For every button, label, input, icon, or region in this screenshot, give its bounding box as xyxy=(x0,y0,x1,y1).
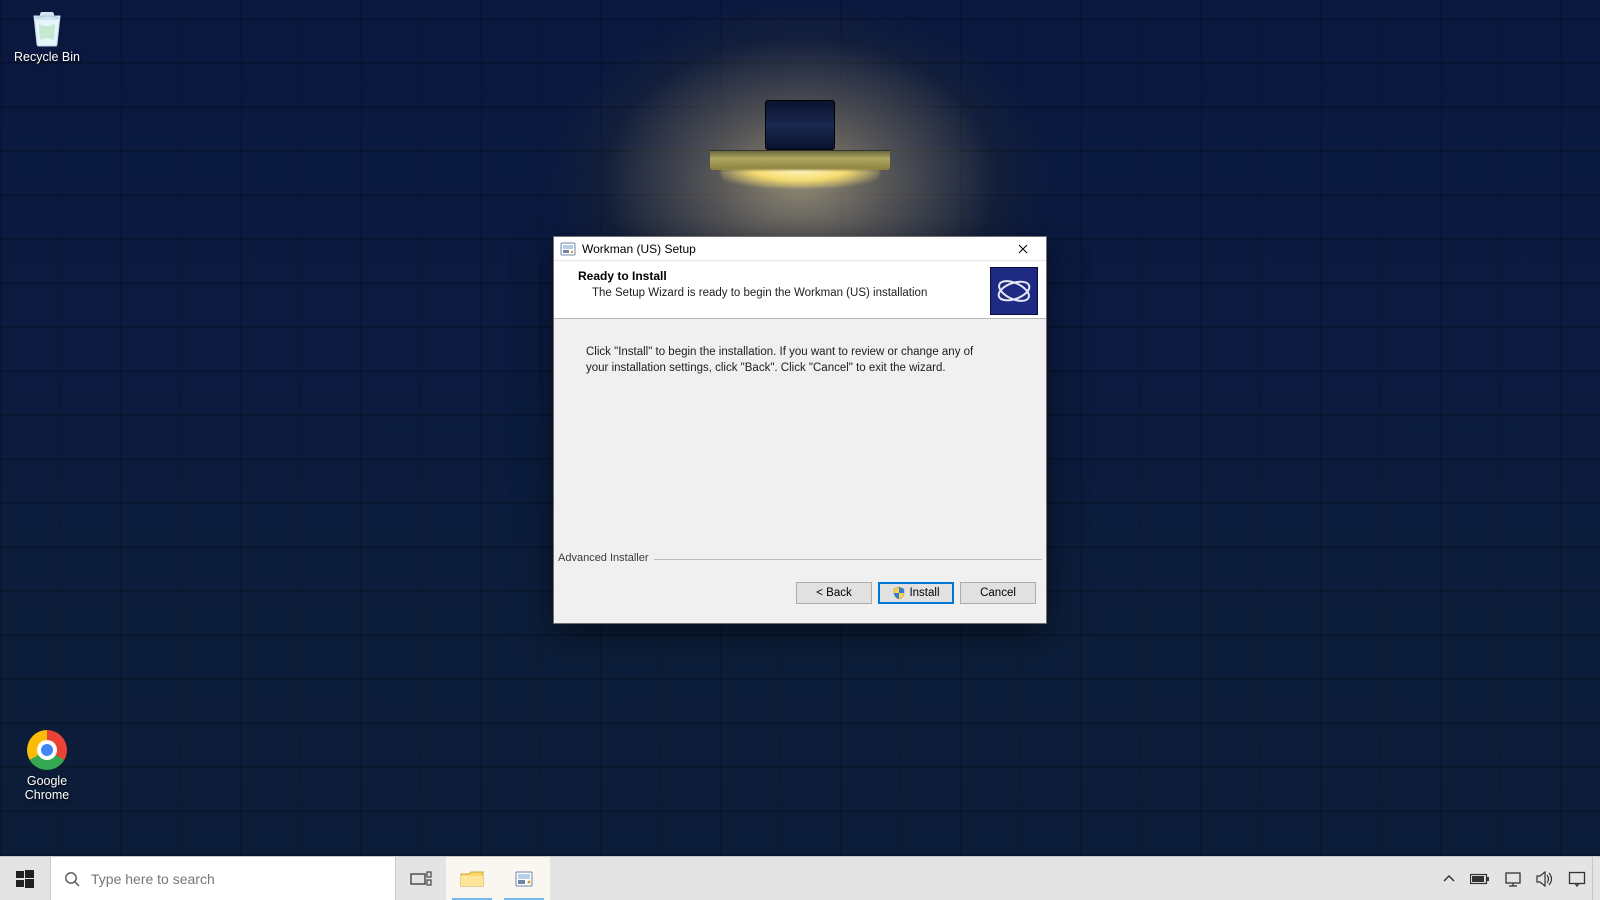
chevron-up-icon xyxy=(1442,872,1456,886)
tray-volume[interactable] xyxy=(1536,871,1554,887)
install-button[interactable]: Install xyxy=(878,582,954,604)
wizard-body: Click "Install" to begin the installatio… xyxy=(554,319,1046,559)
battery-icon xyxy=(1470,873,1490,885)
search-placeholder: Type here to search xyxy=(91,871,215,887)
desktop-icon-label: Google xyxy=(2,774,92,788)
wizard-header: Ready to Install The Setup Wizard is rea… xyxy=(554,261,1046,319)
windows-logo-icon xyxy=(16,870,34,888)
search-icon xyxy=(63,870,81,888)
install-button-label: Install xyxy=(909,587,939,599)
titlebar[interactable]: Workman (US) Setup xyxy=(554,237,1046,261)
back-button-label: < Back xyxy=(816,587,851,599)
tray-overflow-button[interactable] xyxy=(1442,872,1456,886)
taskbar-search[interactable]: Type here to search xyxy=(50,857,396,900)
recycle-bin-icon xyxy=(21,4,73,48)
file-explorer-icon xyxy=(460,869,484,889)
product-logo xyxy=(990,267,1038,315)
task-view-icon xyxy=(410,870,432,888)
branding-label: Advanced Installer xyxy=(558,552,654,564)
close-button[interactable] xyxy=(1000,237,1046,261)
tray-action-center[interactable] xyxy=(1568,871,1586,887)
taskbar-app-installer[interactable] xyxy=(498,857,550,900)
tray-battery[interactable] xyxy=(1470,873,1490,885)
desktop-icon-recycle-bin[interactable]: Recycle Bin xyxy=(2,4,92,64)
uac-shield-icon xyxy=(892,586,906,600)
start-button[interactable] xyxy=(0,857,50,900)
network-icon xyxy=(1504,871,1522,887)
close-icon xyxy=(1018,244,1028,254)
desktop: Typi l.com Recycle Bin Google Chrome xyxy=(0,0,1600,900)
back-button[interactable]: < Back xyxy=(796,582,872,604)
speaker-icon xyxy=(1536,871,1554,887)
chrome-icon xyxy=(21,728,73,772)
tray-network[interactable] xyxy=(1504,871,1522,887)
desktop-icon-chrome[interactable]: Google Chrome xyxy=(2,728,92,802)
cancel-button[interactable]: Cancel xyxy=(960,582,1036,604)
wizard-footer: < Back Install Cancel xyxy=(554,573,1046,613)
wizard-body-text: Click "Install" to begin the installatio… xyxy=(586,345,996,376)
installer-icon xyxy=(514,869,534,889)
branding-separator: Advanced Installer xyxy=(558,559,1042,573)
installer-window: Workman (US) Setup Ready to Install The … xyxy=(553,236,1047,624)
taskbar-apps xyxy=(446,857,550,900)
desktop-icon-label: Recycle Bin xyxy=(2,50,92,64)
taskbar: Type here to search xyxy=(0,856,1600,900)
wizard-heading: Ready to Install xyxy=(578,269,1030,283)
notification-icon xyxy=(1568,871,1586,887)
task-view-button[interactable] xyxy=(396,857,446,900)
window-title: Workman (US) Setup xyxy=(582,242,1000,256)
taskbar-app-file-explorer[interactable] xyxy=(446,857,498,900)
wallpaper-lamp xyxy=(710,100,890,188)
show-desktop-button[interactable] xyxy=(1592,857,1600,900)
wizard-subheading: The Setup Wizard is ready to begin the W… xyxy=(592,287,1030,299)
installer-app-icon xyxy=(560,241,576,257)
desktop-icon-label: Chrome xyxy=(2,788,92,802)
cancel-button-label: Cancel xyxy=(980,587,1016,599)
system-tray xyxy=(1432,857,1592,900)
